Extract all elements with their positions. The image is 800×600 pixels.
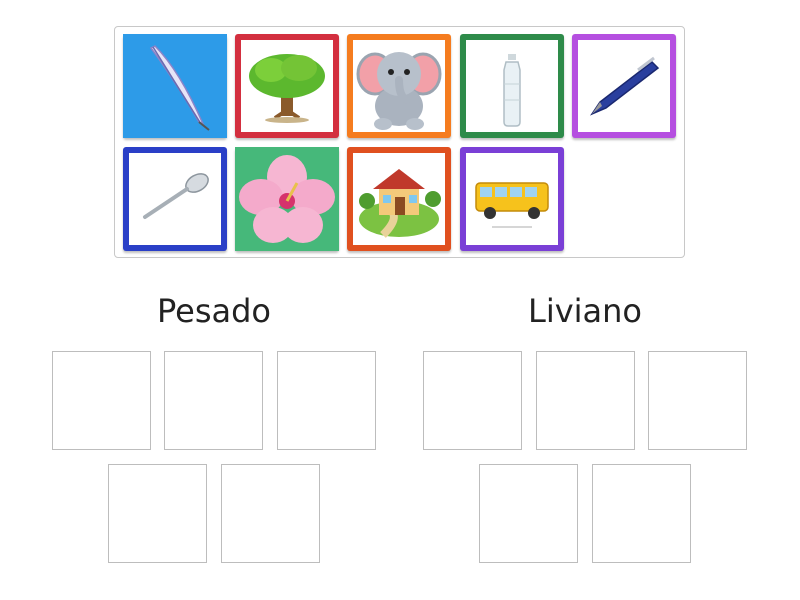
card-elephant[interactable] — [347, 34, 451, 138]
card-spoon[interactable] — [123, 147, 227, 251]
water-bottle-icon — [466, 40, 558, 132]
spoon-icon — [129, 153, 221, 245]
elephant-icon — [353, 40, 445, 132]
card-feather[interactable] — [123, 34, 227, 138]
card-water-bottle[interactable] — [460, 34, 564, 138]
pesado-drop-slot-2[interactable] — [164, 351, 263, 450]
card-house[interactable] — [347, 147, 451, 251]
pesado-drop-slot-3[interactable] — [277, 351, 376, 450]
pesado-drop-slot-4[interactable] — [108, 464, 207, 563]
school-bus-icon — [466, 153, 558, 245]
card-hibiscus-flower[interactable] — [235, 147, 339, 251]
liviano-drop-slot-3[interactable] — [648, 351, 747, 450]
liviano-drop-slot-4[interactable] — [479, 464, 578, 563]
liviano-drop-slot-5[interactable] — [592, 464, 691, 563]
feather-icon — [123, 34, 227, 138]
liviano-drop-slot-1[interactable] — [423, 351, 522, 450]
pesado-drop-slot-1[interactable] — [52, 351, 151, 450]
group-title-liviano: Liviano — [527, 292, 642, 330]
card-tree[interactable] — [235, 34, 339, 138]
hibiscus-flower-icon — [235, 147, 339, 251]
house-icon — [353, 153, 445, 245]
pesado-drop-slot-5[interactable] — [221, 464, 320, 563]
pen-icon — [578, 40, 670, 132]
group-title-pesado: Pesado — [156, 292, 271, 330]
tree-icon — [241, 40, 333, 132]
liviano-drop-slot-2[interactable] — [536, 351, 635, 450]
card-school-bus[interactable] — [460, 147, 564, 251]
card-pen[interactable] — [572, 34, 676, 138]
